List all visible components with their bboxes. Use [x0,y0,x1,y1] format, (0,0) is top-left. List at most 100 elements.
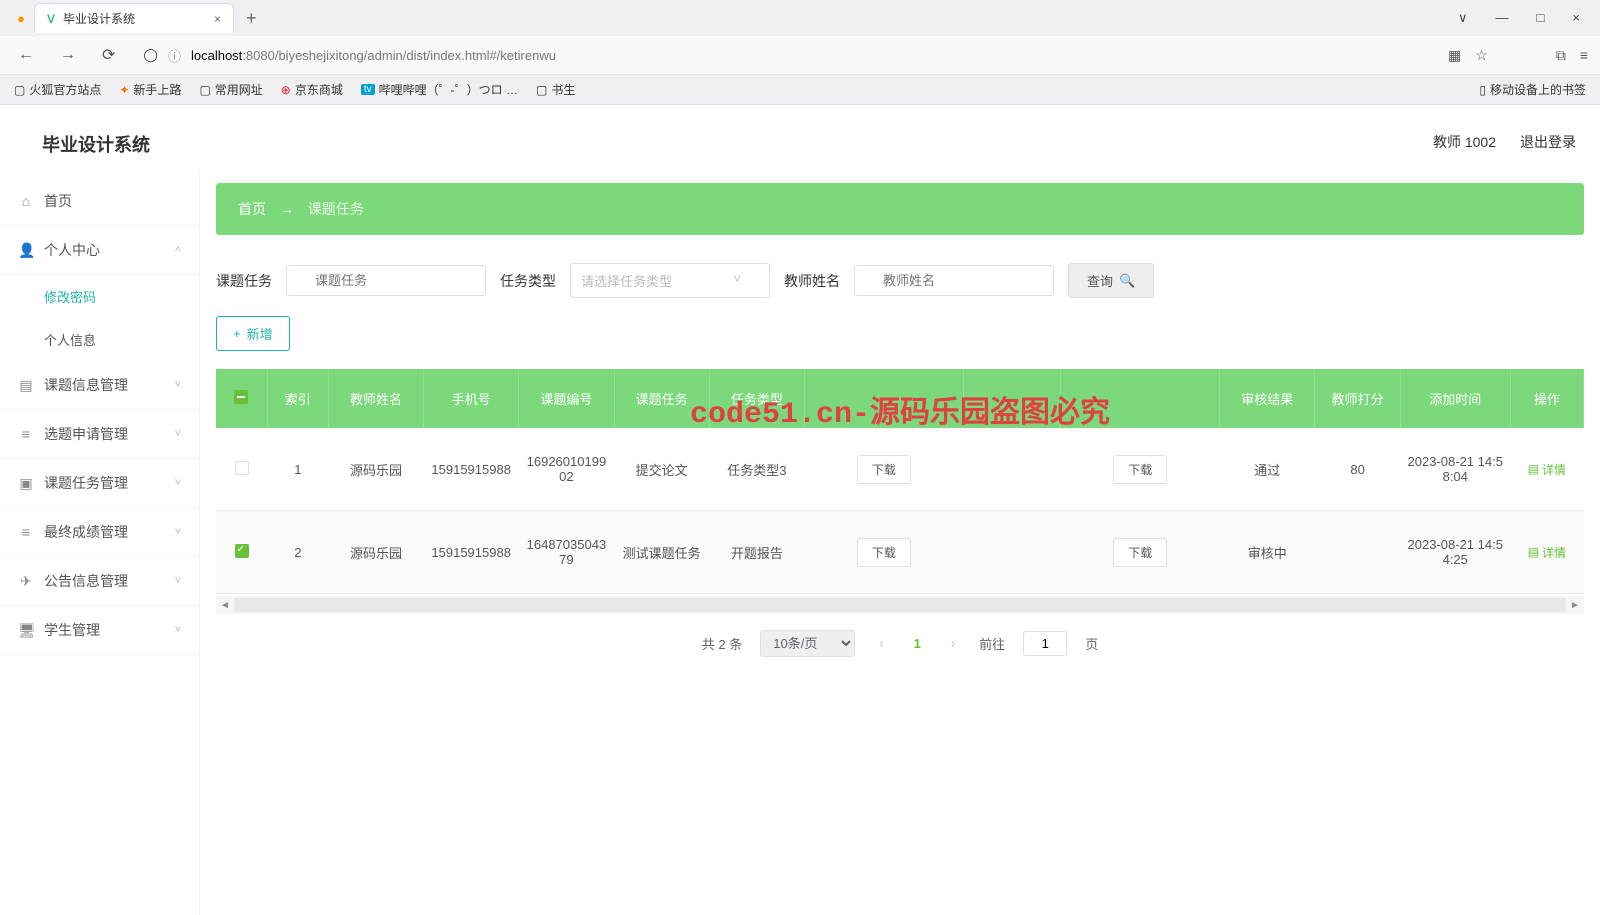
filter-input-task[interactable] [286,265,486,296]
table-row[interactable]: 2 源码乐园 15915915988 1648703504379 测试课题任务 … [216,511,1584,594]
detail-link[interactable]: ▤ 详情 [1528,461,1566,478]
col-time[interactable]: 添加时间 [1400,369,1510,428]
url-host: localhost [191,48,242,63]
score-icon: ≡ [18,524,34,540]
filter-label-type: 任务类型 [500,271,556,291]
qr-icon[interactable]: ▦ [1448,47,1461,64]
page-goto-input[interactable] [1023,631,1067,656]
sidebar-item-gonggao[interactable]: ✈公告信息管理 ˅ [0,557,199,606]
sidebar-item-home[interactable]: ⌂首页 [0,177,199,226]
scroll-right-icon[interactable]: ► [1566,600,1584,611]
bookmark-item[interactable]: ▢ 常用网址 [199,81,262,98]
sidebar-item-ketiinfo[interactable]: ▤课题信息管理 ˅ [0,361,199,410]
col-score[interactable]: 教师打分 [1315,369,1400,428]
sidebar-sub-profile[interactable]: 个人信息 [0,318,199,361]
shield-icon: ◯ [143,47,158,63]
star-icon[interactable]: ☆ [1475,47,1488,64]
close-tab-icon[interactable]: × [214,12,221,26]
sidebar-item-chengji[interactable]: ≡最终成绩管理 ˅ [0,508,199,557]
window-min2-icon[interactable]: — [1496,10,1509,26]
download-button[interactable]: 下载 [1113,455,1167,484]
page-goto-label: 前往 [979,634,1005,653]
window-min-icon[interactable]: ∨ [1458,10,1468,26]
new-tab-button[interactable]: + [234,8,269,29]
browser-tab[interactable]: V 毕业设计系统 × [34,3,234,33]
breadcrumb-current: 课题任务 [308,201,364,217]
sidebar-item-ketirenwu[interactable]: ▣课题任务管理 ˅ [0,459,199,508]
page-next[interactable]: › [945,636,961,651]
plus-icon: + [233,326,241,341]
filter-label-task: 课题任务 [216,271,272,291]
bookmark-item[interactable]: tv 哔哩哔哩（゜-゜）つロ … [361,81,518,98]
download-button[interactable]: 下载 [857,538,911,567]
col-task[interactable]: 课题任务 [614,369,709,428]
home-icon: ⌂ [18,193,34,209]
user-icon: 👤 [18,242,34,259]
filter-label-teacher: 教师姓名 [784,271,840,291]
window-close-icon[interactable]: × [1572,10,1580,26]
sidebar-item-xuanti[interactable]: ≡选题申请管理 ˅ [0,410,199,459]
filter-select-type[interactable]: 请选择任务类型 ˅ [570,263,770,298]
chevron-down-icon: ˅ [175,526,181,538]
filter-input-teacher[interactable] [854,265,1054,296]
col-code[interactable]: 课题编号 [519,369,614,428]
bookmark-item[interactable]: ▢ 书生 [536,81,575,98]
page-size-select[interactable]: 10条/页 [760,630,855,657]
col-blank2 [963,369,1061,428]
pagination: 共 2 条 10条/页 ‹ 1 › 前往 页 [216,630,1584,657]
horizontal-scrollbar[interactable]: ◄ ► [216,596,1584,614]
sidebar-sub-password[interactable]: 修改密码 [0,275,199,318]
nav-fwd-icon[interactable]: → [54,44,82,66]
search-icon: 🔍 [1119,273,1135,289]
mobile-bookmarks[interactable]: ▯ 移动设备上的书签 [1479,81,1586,98]
data-table: 索引 教师姓名 手机号 课题编号 课题任务 任务类型 审核结果 教师打分 添加时… [216,369,1584,594]
col-op[interactable]: 操作 [1510,369,1583,428]
scroll-left-icon[interactable]: ◄ [216,600,234,611]
bookmark-item[interactable]: ✦ 新手上路 [119,81,181,98]
col-type[interactable]: 任务类型 [709,369,804,428]
logout-link[interactable]: 退出登录 [1520,132,1576,152]
col-teacher[interactable]: 教师姓名 [328,369,423,428]
task-icon: ▣ [18,475,34,492]
user-info[interactable]: 教师 1002 [1433,132,1496,152]
chevron-down-icon: ˅ [175,624,181,636]
nav-reload-icon[interactable]: ⟳ [96,43,121,67]
row-checkbox[interactable] [235,461,249,475]
col-result[interactable]: 审核结果 [1220,369,1315,428]
sidebar-item-xuesheng[interactable]: 🖥学生管理 ˅ [0,606,199,655]
detail-link[interactable]: ▤ 详情 [1528,544,1566,561]
bookmark-item[interactable]: ⊕ 京东商城 [281,81,343,98]
announce-icon: ✈ [18,573,34,590]
student-icon: 🖥 [18,622,34,639]
row-checkbox[interactable] [235,544,249,558]
sidebar: ⌂首页 👤个人中心 ˄ 修改密码 个人信息 ▤课题信息管理 ˅ ≡选题申请管理 … [0,173,200,915]
add-button[interactable]: + 新增 [216,316,290,351]
window-max-icon[interactable]: □ [1537,10,1545,26]
col-phone[interactable]: 手机号 [424,369,519,428]
url-port: :8080 [242,48,275,63]
tab-title: 毕业设计系统 [63,10,135,27]
page-goto-suffix: 页 [1085,634,1098,653]
chevron-down-icon: ˅ [175,575,181,587]
col-blank1 [805,369,964,428]
nav-back-icon[interactable]: ← [12,44,40,66]
download-button[interactable]: 下载 [857,455,911,484]
ext-icon[interactable]: ⧉ [1556,47,1566,64]
menu-icon[interactable]: ≡ [1580,47,1588,64]
page-prev[interactable]: ‹ [873,636,889,651]
col-index[interactable]: 索引 [267,369,328,428]
table-row[interactable]: 1 源码乐园 15915915988 1692601019902 提交论文 任务… [216,428,1584,511]
download-button[interactable]: 下载 [1113,538,1167,567]
chevron-up-icon: ˄ [175,244,181,256]
sidebar-item-personal[interactable]: 👤个人中心 ˄ [0,226,199,275]
address-bar[interactable]: ◯ ⓘ localhost:8080/biyeshejixitong/admin… [135,42,1434,69]
chevron-down-icon: ˅ [175,477,181,489]
col-checkbox[interactable] [216,369,267,428]
query-button[interactable]: 查询 🔍 [1068,263,1154,298]
list-icon: ≡ [18,426,34,442]
bookmark-item[interactable]: ▢ 火狐官方站点 [14,81,101,98]
page-current[interactable]: 1 [908,636,927,651]
list-icon: ▤ [18,377,34,394]
chevron-down-icon: ˅ [175,379,181,391]
breadcrumb-home[interactable]: 首页 [238,201,266,217]
